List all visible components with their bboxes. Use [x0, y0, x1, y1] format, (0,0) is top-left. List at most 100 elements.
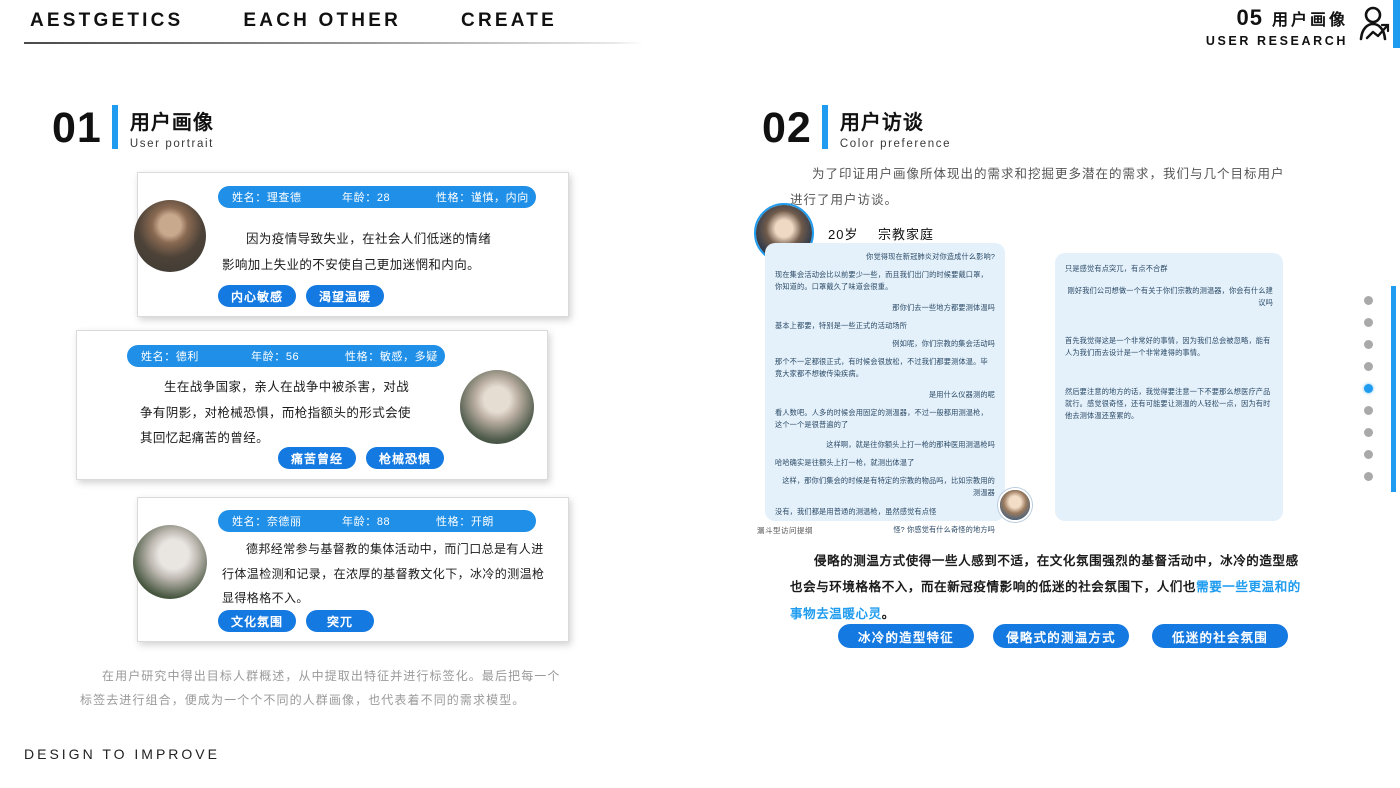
persona-1-trait-label: 性格：	[436, 192, 471, 204]
section-header-02: 02 用户访谈 Color preference	[762, 105, 951, 150]
persona-2-age-label: 年龄：	[251, 351, 286, 363]
persona-1-desc-line-1: 因为疫情导致失业，在社会人们低迷的情绪	[246, 232, 492, 246]
interview-subject-age: 20岁	[828, 227, 859, 242]
transcript-msg: 首先我觉得这是一个非常好的事情，因为我们总会被忽略，能有人为我们而去设计是一个非…	[1065, 336, 1271, 357]
pagination-dot-2[interactable]	[1364, 318, 1373, 327]
avatar-persona-3	[133, 525, 207, 599]
summary-line-3-plain: 。	[881, 606, 895, 621]
persona-3-desc-line-1: 德邦经常参与基督教的集体活动中，而门口总是有人进	[246, 542, 544, 556]
pagination-dot-4[interactable]	[1364, 362, 1373, 371]
transcript-msg: 然后要注意的地方的话，我觉得要注意一下不要那么想医疗产品就行。感觉很奇怪，还有可…	[1065, 387, 1271, 420]
page-number: 05	[1236, 5, 1263, 30]
left-caption-line-1: 在用户研究中得出目标人群概述，从中提取出特征并进行标签化。最后把每一个	[102, 669, 561, 683]
persona-3-trait-value: 开朗	[470, 516, 495, 528]
persona-1-tag-1[interactable]: 内心敏感	[218, 285, 296, 307]
summary-line-1: 侵略的测温方式使得一些人感到不适，在文化氛围强烈的基督活动中，冰冷的造型感	[814, 554, 1299, 568]
transcript-msg: 哈哈确实是往额头上打一枪，就测出体温了	[775, 458, 915, 467]
persona-3-name-value: 奈德丽	[266, 516, 302, 528]
figure-caption: 漏斗型访问提纲	[757, 526, 813, 535]
persona-2-name-label: 姓名：	[141, 351, 176, 363]
transcript-msg: 这样，那你们集会的时候是有特定的宗教的物品吗，比如宗教用的测温器	[782, 476, 995, 497]
pagination-dot-6[interactable]	[1364, 406, 1373, 415]
persona-1-age-value: 28	[376, 192, 391, 204]
transcript-msg: 看人数吧。人多的时候会用固定的测温器，不过一般都用测温枪，这个一个是很普遍的了	[775, 408, 988, 429]
section-02-title-en: Color preference	[839, 138, 952, 150]
section-01-title-en: User portrait	[129, 138, 214, 150]
avatar-persona-1	[134, 200, 206, 272]
avatar-persona-2	[460, 370, 534, 444]
pagination-dot-8[interactable]	[1364, 450, 1373, 459]
persona-1-info-bar: 姓名：理查德 年龄：28 性格：谨慎，内向	[218, 186, 536, 208]
summary-line-2-highlight: 需要一些更温和的	[1196, 580, 1301, 595]
header-title-block: 05 用户画像 USER RESEARCH	[1206, 5, 1348, 48]
nav-item-aestgetics[interactable]: AESTGETICS	[30, 10, 183, 32]
section-01-title-cn: 用户画像	[129, 112, 214, 134]
slide-root: AESTGETICS EACH OTHER CREATE 05 用户画像 USE…	[0, 0, 1400, 788]
avatar-interviewer-small	[998, 488, 1032, 522]
persona-2-trait-value: 敏感，多疑	[379, 351, 438, 363]
persona-3-tag-1[interactable]: 文化氛围	[218, 610, 296, 632]
insight-tag-2[interactable]: 侵略式的测温方式	[993, 624, 1129, 648]
left-caption-line-2: 标签去进行组合，便成为一个个不同的人群画像，也代表着不同的需求模型。	[80, 693, 526, 707]
section-02-accent	[821, 105, 828, 149]
interview-intro-line-1: 为了印证用户画像所体现出的需求和挖掘更多潜在的需求，我们与几个目标用户	[812, 167, 1285, 181]
persona-2-tag-1[interactable]: 痛苦曾经	[278, 447, 356, 469]
persona-2-name-value: 德利	[175, 351, 200, 363]
pagination-dot-5[interactable]	[1364, 384, 1373, 393]
section-01-accent	[111, 105, 118, 149]
transcript-panel-left: 你觉得现在新冠肺炎对你造成什么影响? 现在集会活动会比以前要少一些，而且我们出门…	[765, 243, 1005, 534]
footer-text: DESIGN TO IMPROVE	[24, 746, 220, 762]
summary-line-2-plain: 也会与环境格格不入，而在新冠疫情影响的低迷的社会氛围下，人们也	[790, 580, 1197, 595]
transcript-msg: 刚好我们公司想做一个有关于你们宗教的测温器，你会有什么建议吗	[1067, 286, 1273, 307]
interview-subject-tag: 宗教家庭	[878, 227, 935, 242]
pagination-dot-1[interactable]	[1364, 296, 1373, 305]
section-01-number: 01	[52, 104, 102, 152]
persona-1-tag-2[interactable]: 渴望温暖	[306, 285, 384, 307]
interview-intro-line-2: 进行了用户访谈。	[790, 192, 899, 207]
transcript-msg: 这样啊，就是往你额头上打一枪的那种医用测温枪吗	[826, 440, 995, 449]
persona-3-tag-2[interactable]: 突兀	[306, 610, 374, 632]
transcript-msg: 没有，我们都是用普通的测温枪，虽然感觉有点怪	[775, 507, 937, 516]
persona-1-name-value: 理查德	[266, 192, 302, 204]
header-accent-bar	[1393, 0, 1400, 48]
persona-2-description: 生在战争国家，亲人在战争中被杀害，对战 争有阴影，对枪械恐惧，而枪指额头的形式会…	[140, 375, 460, 452]
transcript-msg: 那个不一定都很正式，有时候会很放松，不过我们都要测体温。毕竟大家都不想被传染疾病…	[775, 357, 988, 378]
persona-1-description: 因为疫情导致失业，在社会人们低迷的情绪 影响加上失业的不安使自己更加迷惘和内向。	[222, 227, 542, 278]
transcript-msg: 例如呢，你们宗教的集会活动吗	[892, 339, 995, 348]
left-caption: 在用户研究中得出目标人群概述，从中提取出特征并进行标签化。最后把每一个 标签去进…	[80, 664, 590, 712]
persona-2-age-value: 56	[285, 351, 300, 363]
transcript-msg: 那你们去一些地方都要测体温吗	[892, 303, 995, 312]
persona-3-age-value: 88	[376, 516, 391, 528]
transcript-msg: 只是感觉有点突兀，有点不合群	[1065, 264, 1168, 273]
transcript-msg: 是用什么仪器测的呢	[928, 390, 995, 399]
page-title-en: USER RESEARCH	[1205, 34, 1348, 48]
persona-3-info-bar: 姓名：奈德丽 年龄：88 性格：开朗	[218, 510, 536, 532]
persona-1-age-label: 年龄：	[342, 192, 377, 204]
persona-3-age-label: 年龄：	[342, 516, 377, 528]
header-divider	[24, 42, 644, 44]
insight-tag-3[interactable]: 低迷的社会氛围	[1152, 624, 1288, 648]
persona-1-name-label: 姓名：	[232, 192, 267, 204]
section-02-number: 02	[762, 104, 812, 152]
persona-3-description: 德邦经常参与基督教的集体活动中，而门口总是有人进 行体温检测和记录，在浓厚的基督…	[222, 537, 558, 611]
interview-intro: 为了印证用户画像所体现出的需求和挖掘更多潜在的需求，我们与几个目标用户 进行了用…	[790, 162, 1310, 213]
section-header-01: 01 用户画像 User portrait	[52, 105, 214, 150]
pagination-dot-9[interactable]	[1364, 472, 1373, 481]
persona-2-info-bar: 姓名：德利 年龄：56 性格：敏感，多疑	[127, 345, 445, 367]
person-chart-icon	[1354, 5, 1394, 45]
pagination-dot-3[interactable]	[1364, 340, 1373, 349]
top-nav: AESTGETICS EACH OTHER CREATE	[30, 10, 557, 32]
persona-2-desc-line-1: 生在战争国家，亲人在战争中被杀害，对战	[164, 380, 410, 394]
nav-item-create[interactable]: CREATE	[461, 10, 557, 32]
insight-tag-1[interactable]: 冰冷的造型特征	[838, 624, 974, 648]
persona-2-desc-line-2: 争有阴影，对枪械恐惧，而枪指额头的形式会使	[140, 405, 411, 420]
persona-1-trait-value: 谨慎，内向	[470, 192, 529, 204]
pagination-dots[interactable]	[1364, 296, 1373, 481]
pagination-dot-7[interactable]	[1364, 428, 1373, 437]
nav-item-each-other[interactable]: EACH OTHER	[243, 10, 401, 32]
persona-3-name-label: 姓名：	[232, 516, 267, 528]
persona-2-trait-label: 性格：	[345, 351, 380, 363]
persona-2-tag-2[interactable]: 枪械恐惧	[366, 447, 444, 469]
transcript-msg: 基本上都要，特别是一些正式的活动场所	[775, 321, 908, 330]
persona-3-desc-line-2: 行体温检测和记录，在浓厚的基督教文化下，冰冷的测温枪	[222, 566, 545, 581]
